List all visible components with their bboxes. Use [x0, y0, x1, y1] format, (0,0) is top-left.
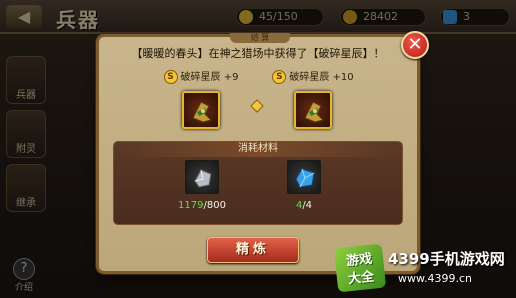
site-watermark: 游戏 大全 4399手机游戏网 www.4399.cn [333, 243, 514, 296]
materials-title: 消耗材料 [114, 141, 402, 157]
material-count: 1179/800 [178, 200, 226, 211]
game-logo-icon: 游戏 大全 [333, 243, 387, 293]
refine-button[interactable]: 精炼 [207, 237, 299, 263]
material-item: 1179/800 [162, 160, 242, 211]
silver-ore-icon[interactable] [185, 160, 219, 194]
upgrade-arrow-icon [250, 99, 264, 113]
weapon-gauntlet-icon[interactable] [294, 91, 332, 129]
s-grade-badge: S [272, 70, 287, 84]
s-grade-badge: S [163, 70, 178, 84]
blue-crystal-icon[interactable] [287, 160, 321, 194]
refine-result-dialog: 结 算 ✕ 【暖暖的春头】在神之猎场中获得了【破碎星辰】！ S 破碎星辰 +9 S… [96, 31, 429, 274]
result-message: 【暖暖的春头】在神之猎场中获得了【破碎星辰】！ [131, 47, 385, 60]
dialog-header-tab: 结 算 [230, 33, 290, 43]
item-before: S 破碎星辰 +9 [151, 65, 251, 129]
item-before-name: S 破碎星辰 +9 [163, 70, 238, 85]
material-item: 4/4 [264, 160, 344, 211]
materials-panel: 消耗材料 1179/800 4/4 [113, 141, 403, 225]
item-after-name: S 破碎星辰 +10 [272, 70, 354, 85]
item-after: S 破碎星辰 +10 [263, 65, 363, 129]
weapon-gauntlet-icon[interactable] [182, 91, 220, 129]
watermark-site-name: 4399手机游戏网 [388, 250, 505, 268]
material-count: 4/4 [295, 200, 313, 211]
watermark-url: www.4399.cn [398, 272, 472, 285]
